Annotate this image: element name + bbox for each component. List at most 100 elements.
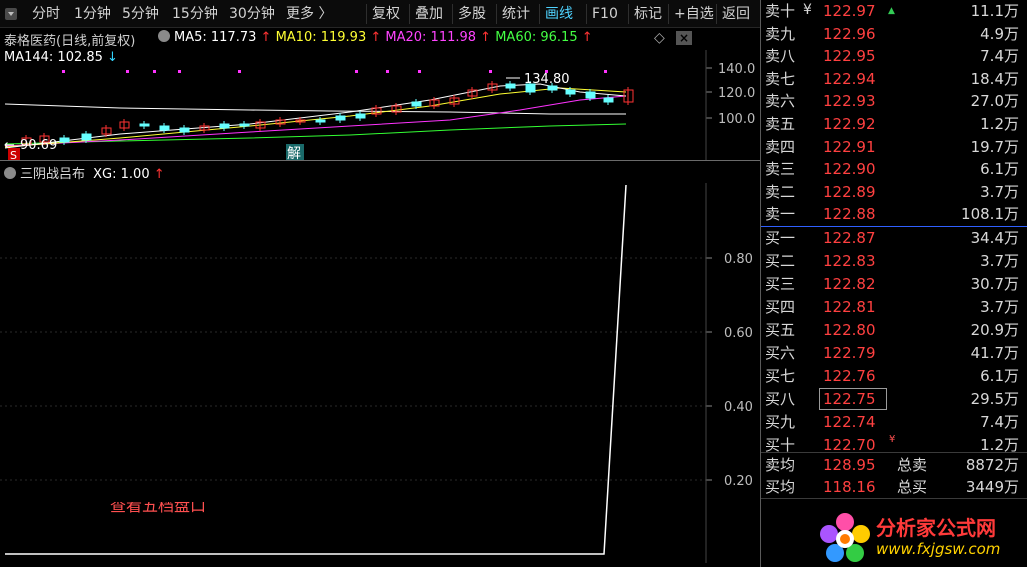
- close-icon[interactable]: ×: [676, 31, 692, 45]
- tool-button[interactable]: 多股: [458, 0, 486, 28]
- tool-button[interactable]: +自选: [674, 0, 714, 28]
- ma5-label: MA5: 117.73: [174, 30, 257, 45]
- order-level-label: 卖八: [765, 47, 796, 66]
- candle-body: [355, 113, 366, 119]
- ask-row[interactable]: 卖九 122.96 4.9万: [761, 23, 1027, 45]
- order-price: 122.95: [823, 47, 876, 66]
- period-tab[interactable]: 15分钟: [172, 0, 218, 28]
- bid-row[interactable]: 买五 122.80 20.9万: [761, 319, 1027, 341]
- bid-row[interactable]: 买八 122.75 29.5万: [761, 388, 1027, 410]
- bid-row[interactable]: 买九 122.74 7.4万: [761, 411, 1027, 433]
- order-volume: 20.9万: [970, 321, 1019, 339]
- menu-dropdown-icon[interactable]: [5, 8, 17, 20]
- ma5-line: [4, 83, 627, 149]
- order-level-label: 卖二: [765, 182, 796, 201]
- signal-dot: [489, 70, 492, 73]
- period-tab[interactable]: 30分钟: [229, 0, 275, 28]
- order-price: 122.88: [823, 205, 876, 224]
- candle-body: [411, 101, 422, 107]
- ask-row[interactable]: 卖三 122.90 6.1万: [761, 158, 1027, 180]
- bid-row[interactable]: 买二 122.83 3.7万: [761, 250, 1027, 272]
- order-volume: 18.4万: [970, 69, 1019, 88]
- average-row: 买均 118.16 总买 3449万: [761, 476, 1027, 498]
- indicator-axis-label: 0.40: [724, 400, 753, 415]
- order-price: 122.91: [823, 137, 876, 156]
- tool-button[interactable]: 叠加: [415, 0, 443, 28]
- toolbar-separator: [452, 4, 453, 24]
- candle-body: [505, 83, 516, 89]
- arrow-up-icon: ↑: [577, 30, 593, 45]
- bid-row[interactable]: 买六 122.79 41.7万: [761, 342, 1027, 364]
- yen-flag-icon: ¥: [803, 2, 812, 18]
- section-divider: [761, 452, 1027, 453]
- low-price-label: 90.69: [20, 138, 57, 153]
- arrow-up-icon: ↑: [256, 30, 276, 45]
- period-tab[interactable]: 分时: [32, 0, 60, 28]
- order-price: 122.89: [823, 182, 876, 201]
- order-price: 122.76: [823, 367, 876, 385]
- order-level-label: 买八: [765, 390, 796, 408]
- tool-button[interactable]: 复权: [372, 0, 400, 28]
- candle-body: [59, 137, 70, 143]
- diamond-icon[interactable]: ◇: [654, 30, 665, 46]
- toolbar-separator: [496, 4, 497, 24]
- indicator-axis-label: 0.60: [724, 326, 753, 341]
- watermark-partial-text: 查看五档盘口: [110, 502, 207, 514]
- ask-row[interactable]: 卖二 122.89 3.7万: [761, 181, 1027, 203]
- stock-title: 泰格医药(日线,前复权): [4, 30, 135, 49]
- xg-value: XG: 1.00: [93, 167, 150, 182]
- gear-icon[interactable]: [4, 167, 16, 179]
- xg-signal-line: [5, 184, 627, 555]
- candle-body: [603, 97, 614, 103]
- order-price: 122.92: [823, 115, 876, 133]
- ask-row[interactable]: 卖五 122.92 1.2万: [761, 113, 1027, 135]
- order-volume: 3.7万: [980, 252, 1019, 270]
- order-volume: 27.0万: [970, 92, 1019, 111]
- order-level-label: 卖一: [765, 205, 796, 224]
- order-price: 122.82: [823, 275, 876, 293]
- bid-row[interactable]: 买三 122.82 30.7万: [761, 273, 1027, 295]
- arrow-up-icon: ↑: [366, 30, 386, 45]
- tool-button[interactable]: 标记: [634, 0, 662, 28]
- candlestick-chart[interactable]: 140.0120.0100.0134.8090.69←S 解: [0, 50, 760, 160]
- total-label: 总卖: [897, 456, 928, 474]
- ma10-line: [4, 87, 627, 148]
- average-label: 买均: [765, 478, 796, 496]
- order-volume: 11.1万: [970, 2, 1019, 20]
- ask-row[interactable]: 卖四 122.91 19.7万: [761, 136, 1027, 158]
- total-label: 总买: [897, 478, 928, 496]
- order-volume: 7.4万: [980, 413, 1019, 431]
- ask-row[interactable]: 卖一 122.88 108.1万: [761, 203, 1027, 225]
- ask-row[interactable]: 卖七 122.94 18.4万: [761, 68, 1027, 90]
- watermark-name: 分析家公式网: [876, 516, 996, 540]
- ask-row[interactable]: 卖六 122.93 27.0万: [761, 90, 1027, 112]
- candle-body: [335, 115, 346, 121]
- period-tab[interactable]: 1分钟: [74, 0, 111, 28]
- tool-button[interactable]: 统计: [502, 0, 530, 28]
- bid-row[interactable]: 买七 122.76 6.1万: [761, 365, 1027, 387]
- order-level-label: 买五: [765, 321, 796, 339]
- order-price: 122.80: [823, 321, 876, 339]
- order-price: 122.83: [823, 252, 876, 270]
- bid-row[interactable]: 买四 122.81 3.7万: [761, 296, 1027, 318]
- order-price: 122.96: [823, 24, 876, 43]
- bid-row[interactable]: 买一 122.87 34.4万: [761, 227, 1027, 249]
- period-tab[interactable]: 更多 〉: [286, 0, 332, 28]
- signal-dot: [355, 70, 358, 73]
- tool-button[interactable]: 返回: [722, 0, 750, 28]
- period-tab[interactable]: 5分钟: [122, 0, 159, 28]
- flower-logo-icon: [820, 513, 870, 562]
- order-price: 122.90: [823, 160, 876, 179]
- tool-button[interactable]: F10: [592, 0, 618, 28]
- tool-button[interactable]: 画线: [545, 0, 573, 28]
- signal-dot: [238, 70, 241, 73]
- yen-flag-icon: ¥: [889, 434, 896, 445]
- ask-row[interactable]: 卖八 122.95 7.4万: [761, 45, 1027, 67]
- arrow-up-icon: ↑: [476, 30, 496, 45]
- order-volume: 29.5万: [970, 390, 1019, 408]
- toolbar-separator: [366, 4, 367, 24]
- average-price: 118.16: [823, 478, 876, 496]
- gear-icon[interactable]: [158, 30, 170, 42]
- jie-badge-text: 解: [287, 146, 301, 160]
- watermark: 分析家公式网 www.fxjgsw.com: [818, 512, 1024, 564]
